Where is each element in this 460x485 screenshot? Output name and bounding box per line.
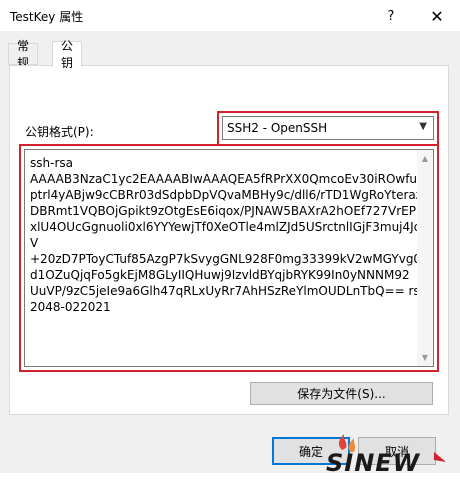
dialog-body: 常规 公钥 公钥格式(P): SSH2 - OpenSSH ▼ ssh-rsa … bbox=[0, 32, 460, 477]
key-line: d1OZuQjqFo5gkEjM8GLyIIQHuwj9IzvldBYqjbRY… bbox=[30, 268, 410, 282]
public-key-textarea[interactable]: ssh-rsa AAAAB3NzaC1yc2EAAAABIwAAAQEA5fRP… bbox=[24, 149, 434, 367]
help-button[interactable]: ? bbox=[368, 0, 414, 32]
tab-panel: 公钥格式(P): SSH2 - OpenSSH ▼ ssh-rsa AAAAB3… bbox=[9, 65, 449, 415]
format-label: 公钥格式(P): bbox=[25, 125, 94, 139]
save-button-label: 保存为文件(S)... bbox=[297, 387, 386, 401]
key-line: V bbox=[30, 236, 39, 250]
watermark-logo: SINEW bbox=[296, 434, 456, 482]
close-icon: ✕ bbox=[430, 6, 444, 26]
format-select-value: SSH2 - OpenSSH bbox=[227, 121, 328, 135]
title-bar: TestKey 属性 ? ✕ bbox=[0, 0, 460, 32]
window-title: TestKey 属性 bbox=[10, 10, 84, 24]
key-line: DBRmt1VQBOjGpikt9zOtgEsE6iqox/PJNAW5BAXr… bbox=[30, 204, 416, 218]
scroll-down-icon[interactable]: ▼ bbox=[417, 349, 433, 366]
vertical-scrollbar[interactable]: ▲ ▼ bbox=[417, 150, 433, 366]
save-to-file-button[interactable]: 保存为文件(S)... bbox=[250, 382, 433, 405]
key-line: AAAAB3NzaC1yc2EAAAABIwAAAQEA5fRPrXX0Qmco… bbox=[30, 172, 425, 186]
tab-public-key[interactable]: 公钥 bbox=[52, 39, 83, 70]
public-key-text: ssh-rsa AAAAB3NzaC1yc2EAAAABIwAAAQEA5fRP… bbox=[30, 155, 428, 315]
key-line: +20zD7PToyCTuf85AzgP7kSvygGNL928F0mg3339… bbox=[30, 252, 422, 266]
key-line: ssh-rsa bbox=[30, 156, 73, 170]
tab-label: 公钥 bbox=[61, 39, 74, 70]
format-select[interactable]: SSH2 - OpenSSH ▼ bbox=[222, 116, 434, 140]
key-line: 2048-022021 bbox=[30, 300, 111, 314]
close-button[interactable]: ✕ bbox=[414, 0, 460, 32]
key-line: UuVP/9zC5jeIe9a6Glh47qRLxUyRr7AhHSzReYlm… bbox=[30, 284, 428, 298]
key-line: xlU4OUcGgnuoli0xl6YYYewjTf0XeOTle4mlZJd5… bbox=[30, 220, 422, 234]
chevron-down-icon[interactable]: ▼ bbox=[419, 121, 427, 132]
key-line: ptrl4yABjw9cCBRr03dSdpbDpVQvaMBHy9c/dll6… bbox=[30, 188, 423, 202]
help-icon: ? bbox=[387, 8, 395, 24]
scroll-up-icon[interactable]: ▲ bbox=[417, 150, 433, 167]
tab-general[interactable]: 常规 bbox=[8, 39, 39, 70]
